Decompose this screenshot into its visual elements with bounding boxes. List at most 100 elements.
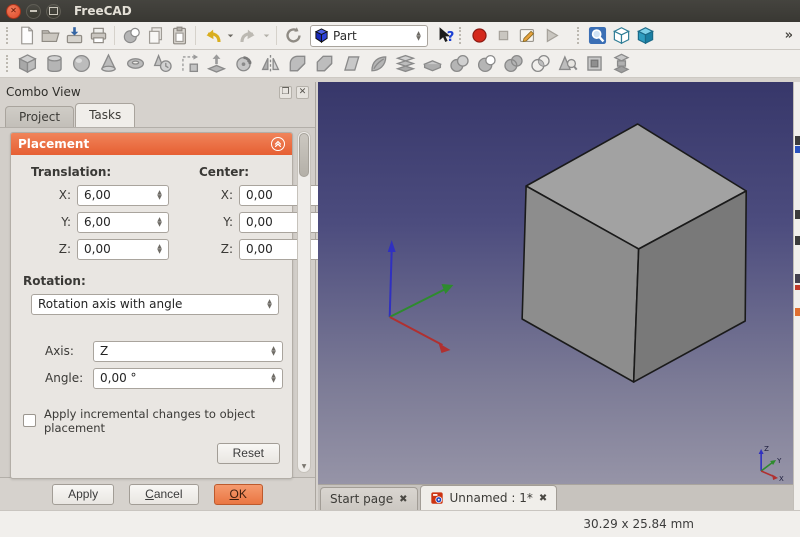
refresh-icon[interactable] [281,24,305,48]
tab-close-icon[interactable]: ✖ [539,493,547,504]
window-minimize-icon[interactable] [26,4,41,19]
apply-button[interactable]: Apply [52,484,114,505]
save-icon[interactable] [62,24,86,48]
redo-icon[interactable] [236,24,260,48]
thickness-icon[interactable] [419,52,446,76]
tab-project[interactable]: Project [5,106,74,128]
loft-icon[interactable] [392,52,419,76]
boolean-icon[interactable] [446,52,473,76]
translation-y-spinner[interactable]: ▲▼ [153,213,166,232]
primitives-icon[interactable] [149,52,176,76]
undo-dropdown-icon[interactable] [224,24,236,48]
translation-y-input[interactable]: 6,00 ▲▼ [77,212,169,233]
axis-label: Axis: [45,344,93,358]
translation-x-input[interactable]: 6,00 ▲▼ [77,185,169,206]
cylinder-icon[interactable] [41,52,68,76]
rotation-mode-select[interactable]: Rotation axis with angle ▲▼ [31,294,279,315]
open-folder-icon[interactable] [38,24,62,48]
workbench-selector-arrows[interactable]: ▲▼ [412,26,425,46]
dock-float-icon[interactable]: ❐ [279,86,292,99]
tab-close-icon[interactable]: ✖ [399,494,407,505]
clipped-icon[interactable] [795,308,800,316]
revolve-icon[interactable] [230,52,257,76]
stop-macro-icon[interactable] [491,24,515,48]
wireframe-cube-icon[interactable] [609,24,633,48]
toolbar-group-view [585,24,657,48]
tab-start-page[interactable]: Start page ✖ [320,487,418,510]
check-geometry-icon[interactable] [554,52,581,76]
tasks-scrollbar-thumb[interactable] [299,133,309,177]
3d-viewport[interactable]: Z Y X [318,82,793,484]
collapse-icon[interactable] [271,137,285,151]
ruled-surface-icon[interactable] [338,52,365,76]
combo-view-title: Combo View [6,85,81,99]
rotation-mode-value: Rotation axis with angle [38,297,182,311]
statusbar: 30.29 x 25.84 mm [0,510,800,537]
rotation-mode-arrows[interactable]: ▲▼ [263,295,276,314]
toolbar-overflow-chevron[interactable]: » [785,28,796,43]
tasks-panel: Placement Translation: Center: X: [0,127,315,477]
translation-z-spinner[interactable]: ▲▼ [153,240,166,259]
new-file-icon[interactable] [14,24,38,48]
chamfer-icon[interactable] [311,52,338,76]
incremental-checkbox[interactable] [23,414,36,427]
box-icon[interactable] [14,52,41,76]
clipped-icon[interactable] [795,236,800,245]
axis-select[interactable]: Z ▲▼ [93,341,283,362]
intersection-icon[interactable] [527,52,554,76]
fillet-icon[interactable] [284,52,311,76]
axis-select-arrows[interactable]: ▲▼ [267,342,280,361]
record-macro-icon[interactable] [467,24,491,48]
clipped-icon[interactable] [795,285,800,290]
print-icon[interactable] [86,24,110,48]
toolbar-drag-handle[interactable] [6,55,10,72]
undo-icon[interactable] [200,24,224,48]
placement-header: Placement [11,133,292,155]
cross-sections-icon[interactable] [581,52,608,76]
run-macro-icon[interactable] [539,24,563,48]
fit-all-icon[interactable] [585,24,609,48]
clipped-icon[interactable] [795,136,800,145]
translation-x-spinner[interactable]: ▲▼ [153,186,166,205]
sphere-icon[interactable] [68,52,95,76]
toolbar-drag-handle[interactable] [577,27,581,44]
cone-icon[interactable] [95,52,122,76]
cancel-button[interactable]: Cancel [129,484,198,505]
dock-close-icon[interactable]: ✕ [296,86,309,99]
scrollbar-down-arrow-icon[interactable]: ▼ [298,463,310,470]
torus-icon[interactable] [122,52,149,76]
tab-unnamed-document[interactable]: Unnamed : 1* ✖ [420,485,558,510]
edit-macro-icon[interactable] [515,24,539,48]
whats-this-icon[interactable]: ? [433,24,457,48]
part-box-3d[interactable] [522,124,746,382]
toolbar-drag-handle[interactable] [459,27,463,44]
reset-button[interactable]: Reset [217,443,280,464]
angle-spinner[interactable]: ▲▼ [267,369,280,388]
cut-icon[interactable] [119,24,143,48]
clipped-icon[interactable] [795,146,800,153]
mirror-icon[interactable] [257,52,284,76]
window-maximize-icon[interactable] [46,4,61,19]
sweep-icon[interactable] [365,52,392,76]
ok-button[interactable]: OK [214,484,263,505]
combo-view-header: Combo View ❐ ✕ [0,82,315,103]
union-icon[interactable] [500,52,527,76]
paste-icon[interactable] [167,24,191,48]
tab-tasks[interactable]: Tasks [75,103,135,127]
redo-dropdown-icon[interactable] [260,24,272,48]
compound-icon[interactable] [608,52,635,76]
workbench-selector[interactable]: Part ▲▼ [310,25,428,47]
clipped-icon[interactable] [795,210,800,219]
angle-input[interactable]: 0,00 ° ▲▼ [93,368,283,389]
toolbar-drag-handle[interactable] [6,27,10,44]
extrude-icon[interactable] [203,52,230,76]
shape-builder-icon[interactable] [176,52,203,76]
window-close-icon[interactable] [6,4,21,19]
solid-cube-icon[interactable] [633,24,657,48]
tasks-scrollbar[interactable]: ▼ [297,131,311,473]
3d-scene: Z Y X [318,82,793,484]
clipped-icon[interactable] [795,274,800,283]
copy-icon[interactable] [143,24,167,48]
translation-z-input[interactable]: 0,00 ▲▼ [77,239,169,260]
cut-icon[interactable] [473,52,500,76]
